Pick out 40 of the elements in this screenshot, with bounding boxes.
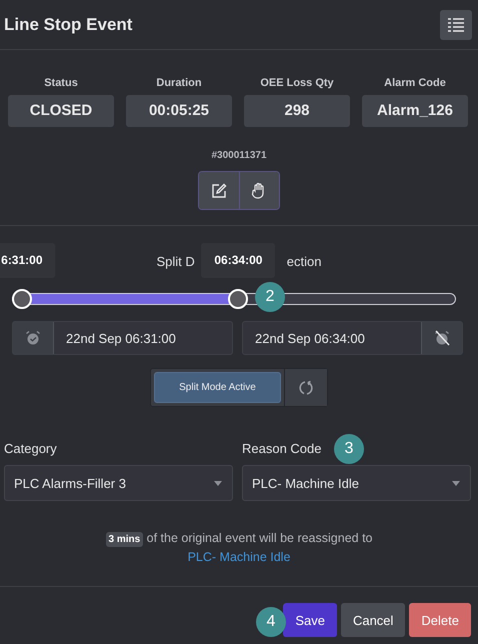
- action-button[interactable]: Delete: [409, 603, 471, 637]
- section-heading: ection: [286, 254, 322, 269]
- field-label: Category: [4, 441, 57, 456]
- caret-icon: [452, 480, 460, 486]
- stat-label: Alarm Code: [384, 77, 446, 89]
- stat-label: Status: [44, 77, 78, 89]
- stat-label: Duration: [156, 77, 202, 89]
- start-time-field[interactable]: 22nd Sep 06:31:00: [12, 321, 233, 355]
- step-number-badge: 3: [334, 434, 364, 464]
- slider-handle[interactable]: [228, 289, 248, 309]
- hand-icon[interactable]: [238, 172, 279, 209]
- dialog-title: Line Stop Event: [4, 14, 132, 34]
- step-number-badge: 2: [255, 282, 285, 312]
- alarm-off-icon: [421, 322, 462, 354]
- stat-label: OEE Loss Qty: [260, 77, 334, 89]
- reassign-message: 3 mins of the original event will be reassigned to: [106, 531, 372, 545]
- field-label: Reason Code: [242, 441, 322, 456]
- reason-link[interactable]: PLC- Machine Idle: [188, 550, 290, 564]
- reason-code-dropdown[interactable]: PLC- Machine Idle: [242, 465, 471, 501]
- time-tooltip: 06:34:00: [201, 243, 276, 278]
- stat-value: 00:05:25: [126, 95, 232, 127]
- step-number-badge: 4: [256, 607, 286, 637]
- action-button[interactable]: Cancel: [340, 603, 406, 637]
- time-tooltip: 6:31:00: [0, 243, 56, 278]
- alarm-clock-icon: [13, 322, 54, 354]
- split-mode-button[interactable]: Split Mode Active: [154, 372, 281, 403]
- caret-icon: [214, 480, 222, 486]
- list-menu-button[interactable]: [440, 10, 472, 40]
- list-icon: [447, 16, 465, 32]
- refresh-icon[interactable]: [284, 369, 327, 406]
- stat-value: CLOSED: [8, 95, 114, 127]
- end-time-field[interactable]: 22nd Sep 06:34:00: [242, 321, 463, 355]
- slider-handle[interactable]: [12, 289, 32, 309]
- edit-icon[interactable]: [199, 172, 238, 209]
- category-dropdown[interactable]: PLC Alarms-Filler 3: [4, 465, 233, 501]
- section-heading: Split D: [156, 254, 195, 269]
- stat-value: 298: [244, 95, 350, 127]
- event-id: #300011371: [210, 150, 268, 161]
- stat-value: Alarm_126: [362, 95, 468, 127]
- action-button[interactable]: Save: [283, 603, 337, 637]
